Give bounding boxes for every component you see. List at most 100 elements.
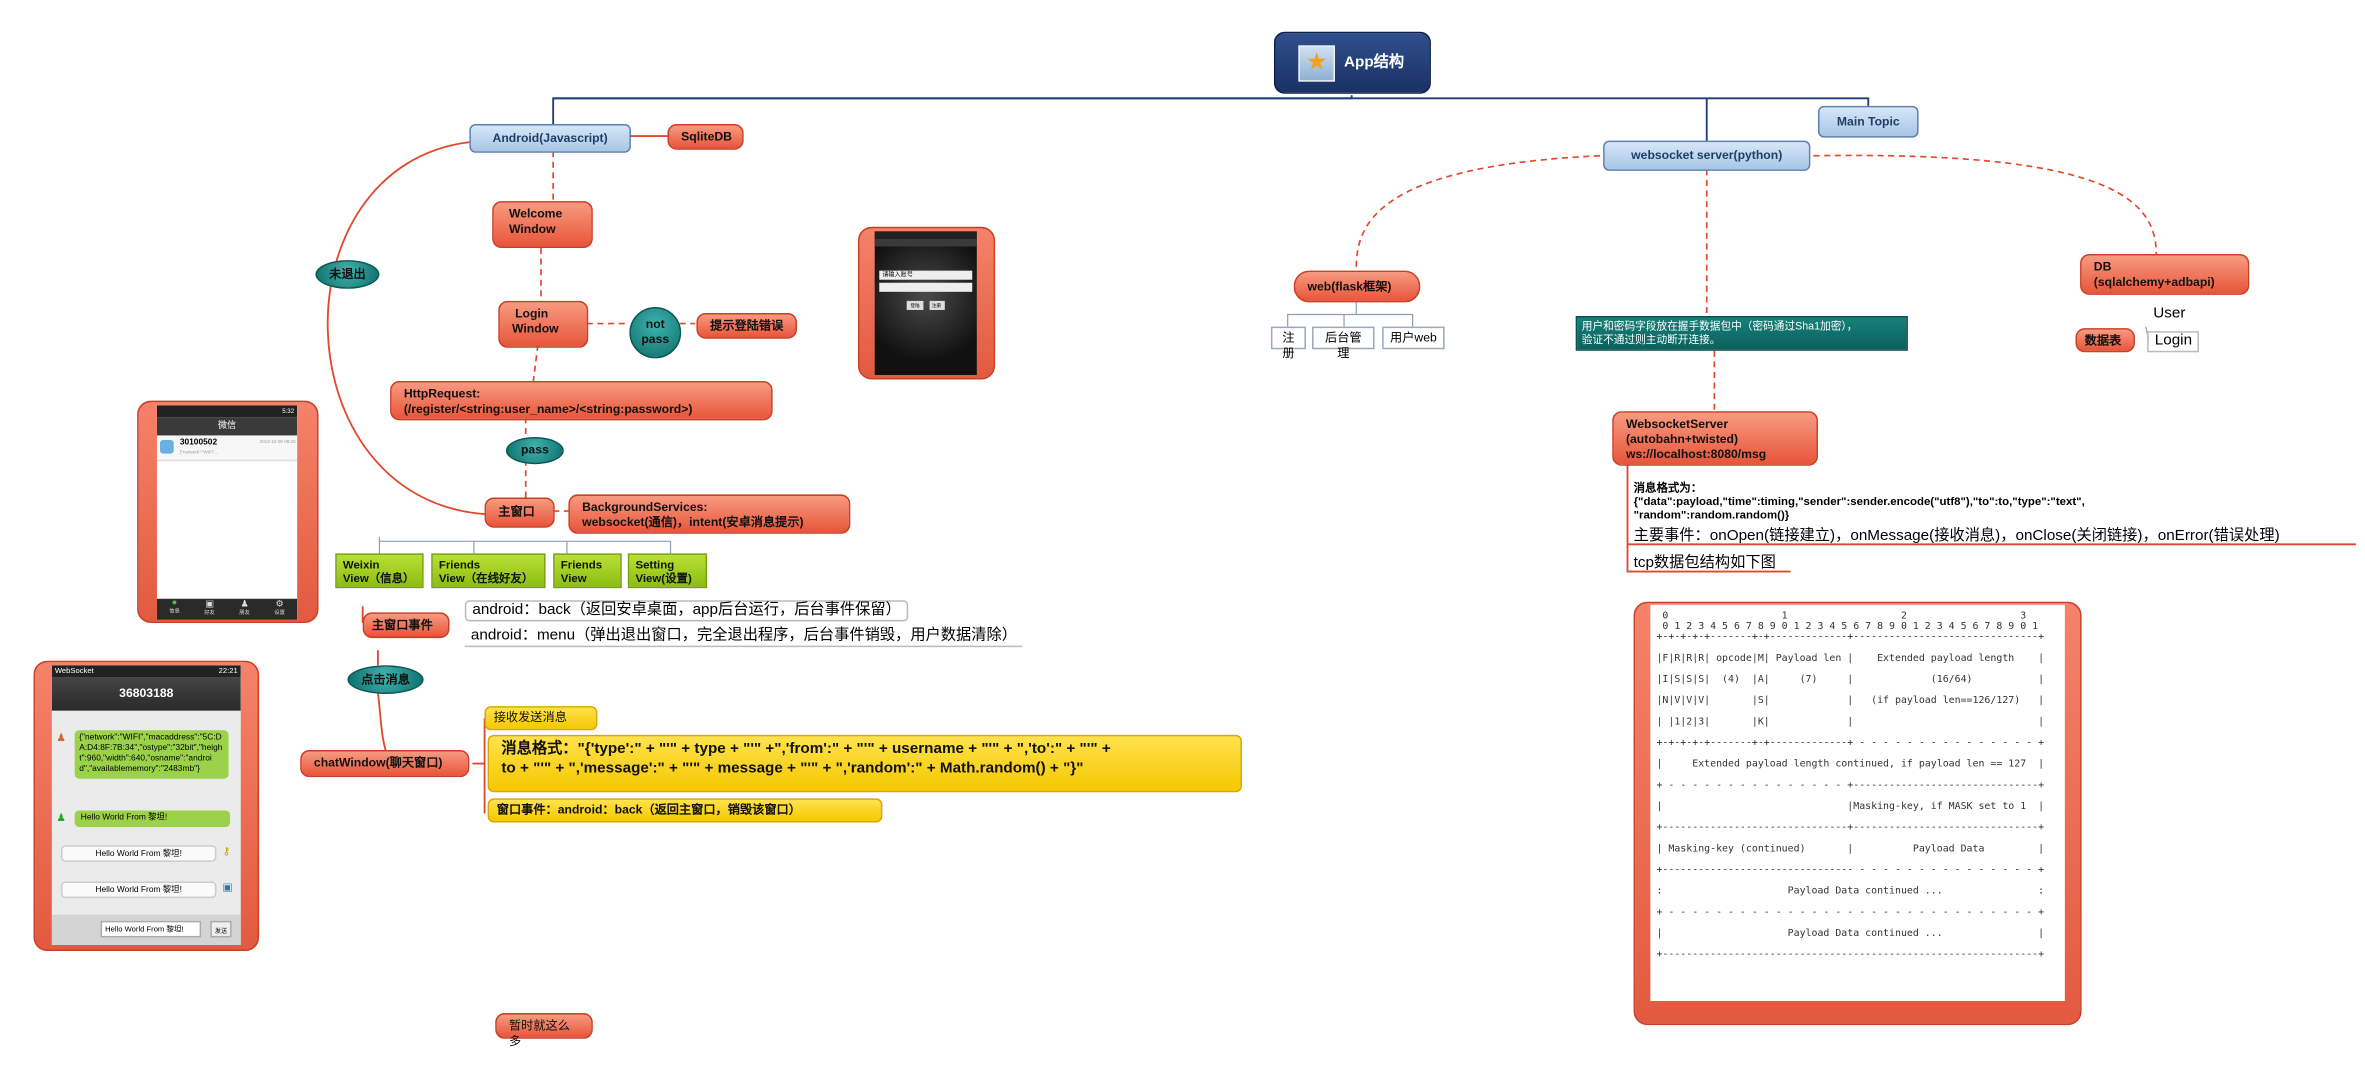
chat-status-bar: WebSocket 22:21 [51,665,241,678]
packet-line: | Masking-key (continued) | Payload Data… [1656,842,2045,855]
chat-input[interactable]: Hello World From 黎坦! [100,920,202,938]
db-line2: (sqlalchemy+adbapi) [2093,275,2215,289]
tab-settings[interactable]: ⚙ 设置 [274,599,285,620]
db-node[interactable]: DB (sqlalchemy+adbapi) [2080,254,2250,295]
menu-event-text: android：menu（弹出退出窗口，完全退出程序，后台事件销毁，用户数据清除… [464,627,1024,648]
main-window-events-node[interactable]: 主窗口事件 [362,612,450,639]
friends-view-line1: Friends [560,557,603,572]
packet-line: +-------------------------------- - - - … [1656,863,2045,876]
welcome-line2: Window [508,222,556,236]
encryption-note-node[interactable]: 用户和密码字段放在握手数据包中（密码通过Sha1加密）， 验证不通过则主动断开连… [1575,316,1908,351]
welcome-line1: Welcome [508,207,563,221]
receive-send-node[interactable]: 接收发送消息 [484,706,598,731]
click-message-node[interactable]: 点击消息 [347,665,424,695]
register-button[interactable]: 注册 [928,300,945,310]
encryption-note-line1: 用户和密码字段放在握手数据包中（密码通过Sha1加密）， [1581,322,1858,333]
login-line2: Window [512,322,559,336]
weixin-tab-bar: ● 信息 ▣ 好友 ♟ 朋友 ⚙ 设置 [156,598,298,620]
login-button[interactable]: 登陆 [907,300,923,310]
login-line1: Login [515,306,549,321]
main-window-node[interactable]: 主窗口 [484,497,555,528]
chat-window-node[interactable]: chatWindow(聊天窗口) [300,749,470,778]
mindmap-canvas: ★ App结构 Main Topic Android(Javascript) S… [0,0,2365,1069]
tab-friends[interactable]: ▣ 好友 [204,599,215,620]
login-password-field[interactable] [879,282,973,292]
http-request-line1: HttpRequest: [403,387,481,401]
phone-chat-screen: WebSocket 22:21 36803188 {"network":"WIF… [51,665,241,946]
tab-messages[interactable]: ● 信息 [169,599,180,620]
msg-format-text: 消息格式为： {"data":payload,"time":timing,"se… [1634,481,2289,522]
packet-line: +-+-+-+-+-------+-+-------------+-------… [1656,630,2045,643]
key-icon: ⚷ [222,846,231,858]
contacts-icon: ▣ [205,600,214,610]
pass-node[interactable]: pass [505,436,564,465]
msg-format-line1: 消息格式为： [1633,480,1703,495]
login-account-field[interactable]: 请输入账号 [879,270,973,280]
http-request-line2: (/register/<string:user_name>/<string:pa… [403,402,693,416]
main-topic-node[interactable]: Main Topic [1817,105,1919,138]
user-web-node[interactable]: 用户web [1382,326,1445,350]
packet-line: |I|S|S|S| (4) |A| (7) | (16/64) | [1656,672,2045,685]
tab-messages-label: 信息 [169,607,180,614]
packet-line: | Payload Data continued ... | [1656,926,2045,939]
admin-web-node[interactable]: 后台管理 [1312,326,1375,360]
chat-time: 22:21 [218,666,238,676]
login-error-node[interactable]: 提示登陆错误 [696,312,797,339]
not-pass-line1: not [645,317,665,332]
packet-diagram: 0 1 2 3 0 1 2 3 4 5 6 7 8 9 0 1 2 3 4 5 … [1650,604,2065,1001]
friends-view-node[interactable]: Friends View [553,553,622,589]
android-node[interactable]: Android(Javascript) [469,123,631,153]
data-table-node[interactable]: 数据表 [2075,328,2135,353]
setting-view-line1: Setting [635,557,675,572]
root-node[interactable]: ★ App结构 [1273,31,1431,94]
gear-icon: ⚙ [275,600,284,610]
contact-name: 30100502 [179,438,218,448]
friends-online-view-node[interactable]: Friends View（在线好友） [431,553,546,589]
background-services-node[interactable]: BackgroundServices: websocket(通信)，intent… [568,494,851,534]
send-button[interactable]: 发送 [210,920,232,938]
not-exit-node[interactable]: 未退出 [315,260,380,289]
not-pass-line2: pass [641,332,670,347]
chat-bubble-3: Hello World From 黎坦! [60,881,217,899]
friends-online-line2: View（在线好友） [438,571,534,586]
websocket-server-node[interactable]: websocket server(python) [1603,140,1811,171]
packet-line: | |Masking-key, if MASK set to 1 | [1656,799,2045,812]
people-icon: ♟ [240,600,249,610]
register-web-node[interactable]: 注册 [1270,326,1306,360]
sqlite-node[interactable]: SqliteDB [667,123,744,150]
packet-line: +-------------------------------+-------… [1656,821,2045,834]
setting-view-node[interactable]: Setting View(设置) [627,553,708,589]
login-table-text: Login [2147,331,2200,353]
message-format-node[interactable]: 消息格式："{'type':" + "'" + type + "'" +",'f… [487,734,1242,793]
back-event-text: android：back（返回安卓桌面，app后台运行，后台事件保留） [464,600,909,622]
for-now-node[interactable]: 暂时就这么多 [495,1013,593,1048]
bg-services-line1: BackgroundServices: [582,500,708,515]
encryption-note-line2: 验证不通过则主动断开连接。 [1581,335,1721,347]
chat-json-bubble: {"network":"WIFI","macaddress":"5C:DA:D4… [74,730,229,779]
weixin-contact-row[interactable]: 30100502 2013-10-08 09:32 {"network":"WI… [156,435,298,462]
bg-services-line2: websocket(通信)，intent(安卓消息提示) [582,515,804,530]
sender-avatar-icon: ♟ [56,733,66,744]
weixin-title: 微信 [156,417,298,436]
msg-format-line3: "random":random.random()} [1633,508,1790,522]
http-request-node[interactable]: HttpRequest: (/register/<string:user_nam… [390,381,773,421]
phone-login-screen: 请输入账号 登陆 注册 [874,231,977,375]
login-window-node[interactable]: Login Window [498,300,589,348]
window-event-node[interactable]: 窗口事件：android：back（返回主窗口，销毁该窗口） [487,798,883,823]
welcome-window-node[interactable]: Welcome Window [492,201,593,248]
chat-bubble-2: Hello World From 黎坦! [60,845,217,862]
ws-server-line1: WebsocketServer [1625,417,1729,431]
not-pass-node[interactable]: not pass [629,306,682,359]
ws-server-node[interactable]: WebsocketServer (autobahn+twisted) ws://… [1612,411,1818,466]
photo-icon: ▣ [222,883,233,894]
tab-friends-label: 好友 [204,609,215,616]
tab-moments[interactable]: ♟ 朋友 [239,599,250,620]
root-title: App结构 [1344,53,1405,71]
friends-online-line1: Friends [438,557,481,572]
contact-avatar [160,439,174,454]
friends-view-line2: View [560,571,587,586]
contact-time: 2013-10-08 09:32 [259,438,296,445]
packet-line: : Payload Data continued ... : [1656,884,2045,897]
web-flask-node[interactable]: web(flask框架) [1293,270,1421,303]
weixin-view-node[interactable]: Weixin View（信息） [335,553,424,589]
